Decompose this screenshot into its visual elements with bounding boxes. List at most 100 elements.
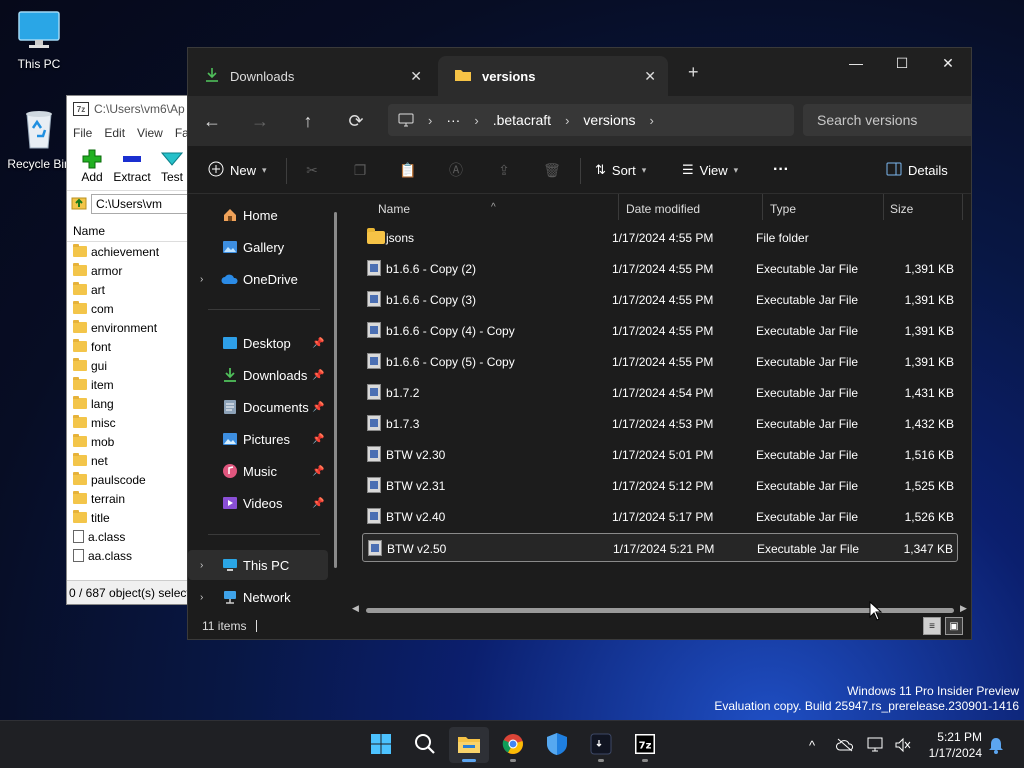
add-button[interactable]: Add bbox=[75, 148, 109, 184]
nav-downloads[interactable]: Downloads 📌 bbox=[188, 360, 328, 390]
pin-icon[interactable]: 📌 bbox=[312, 434, 324, 445]
column-size[interactable]: Size bbox=[890, 202, 913, 216]
onedrive-offline-icon[interactable] bbox=[835, 735, 855, 755]
column-name[interactable]: Name bbox=[378, 202, 410, 216]
file-row[interactable]: BTW v2.40 1/17/2024 5:17 PM Executable Jar… bbox=[362, 502, 958, 531]
file-row[interactable]: BTW v2.50 1/17/2024 5:21 PM Executable Jar… bbox=[362, 533, 958, 562]
speaker-muted-icon[interactable] bbox=[893, 735, 913, 755]
nav-scrollbar[interactable] bbox=[334, 212, 337, 568]
tab-downloads[interactable]: Downloads ✕ bbox=[188, 56, 434, 96]
minimize-button[interactable]: — bbox=[833, 48, 879, 78]
notification-bell-icon[interactable] bbox=[986, 735, 1006, 755]
back-arrow-icon[interactable]: ← bbox=[188, 104, 236, 138]
list-item[interactable]: paulscode bbox=[67, 470, 195, 489]
more-path-icon[interactable]: ··· bbox=[436, 112, 470, 128]
new-button[interactable]: New ▾ bbox=[208, 146, 267, 194]
list-item[interactable]: misc bbox=[67, 413, 195, 432]
refresh-icon[interactable]: ⟳ bbox=[332, 104, 380, 138]
list-item[interactable]: terrain bbox=[67, 489, 195, 508]
taskbar-file-explorer[interactable] bbox=[449, 727, 489, 763]
chevron-up-icon[interactable]: ^ bbox=[802, 735, 822, 755]
up-folder-icon[interactable] bbox=[71, 194, 87, 213]
details-pane-button[interactable]: Details bbox=[886, 146, 948, 194]
search-input[interactable]: Search versions bbox=[803, 104, 971, 136]
taskbar-search-button[interactable] bbox=[405, 727, 445, 763]
cut-icon[interactable]: ✂ bbox=[302, 160, 322, 180]
close-tab-icon[interactable]: ✕ bbox=[410, 68, 422, 85]
breadcrumb-betacraft[interactable]: .betacraft bbox=[483, 112, 561, 128]
address-bar[interactable]: › ··· › .betacraft › versions › bbox=[388, 104, 794, 136]
file-row[interactable]: jsons 1/17/2024 4:55 PM File folder bbox=[362, 223, 958, 252]
view-button[interactable]: ☰ View ▾ bbox=[682, 146, 738, 194]
chevron-right-icon[interactable]: › bbox=[561, 113, 573, 128]
menu-view[interactable]: View bbox=[137, 126, 163, 140]
list-item[interactable]: aa.class bbox=[67, 546, 195, 565]
breadcrumb-versions[interactable]: versions bbox=[573, 112, 645, 128]
7zip-window[interactable]: 7z C:\Users\vm6\Ap File Edit View Fa Add… bbox=[66, 95, 196, 605]
column-type[interactable]: Type bbox=[770, 202, 796, 216]
list-item[interactable]: item bbox=[67, 375, 195, 394]
nav-documents[interactable]: Documents 📌 bbox=[188, 392, 328, 422]
chevron-right-icon[interactable]: › bbox=[200, 592, 203, 603]
nav-gallery[interactable]: Gallery bbox=[188, 232, 328, 262]
pin-icon[interactable]: 📌 bbox=[312, 402, 324, 413]
column-divider[interactable] bbox=[962, 194, 963, 220]
pin-icon[interactable]: 📌 bbox=[312, 370, 324, 381]
nav-this-pc[interactable]: › This PC bbox=[188, 550, 328, 580]
file-row[interactable]: b1.6.6 - Copy (3) 1/17/2024 4:55 PM Execut… bbox=[362, 285, 958, 314]
file-row[interactable]: b1.6.6 - Copy (5) - Copy 1/17/2024 4:55 P… bbox=[362, 347, 958, 376]
start-button[interactable] bbox=[361, 727, 401, 763]
pin-icon[interactable]: 📌 bbox=[312, 338, 324, 349]
new-tab-icon[interactable]: + bbox=[688, 62, 699, 83]
list-item[interactable]: mob bbox=[67, 432, 195, 451]
file-row[interactable]: b1.6.6 - Copy (2) 1/17/2024 4:55 PM Execut… bbox=[362, 254, 958, 283]
monitor-icon[interactable] bbox=[388, 113, 424, 127]
menu-file[interactable]: File bbox=[73, 126, 92, 140]
test-button[interactable]: Test bbox=[155, 148, 189, 184]
column-divider[interactable] bbox=[762, 194, 763, 220]
more-options-button[interactable]: ··· bbox=[773, 146, 789, 194]
file-row[interactable]: b1.7.3 1/17/2024 4:53 PM Executable Jar Fi… bbox=[362, 409, 958, 438]
close-tab-icon[interactable]: ✕ bbox=[644, 68, 656, 85]
column-divider[interactable] bbox=[618, 194, 619, 220]
tiles-view-icon[interactable]: ▣ bbox=[945, 617, 963, 635]
extract-button[interactable]: Extract bbox=[113, 148, 151, 184]
nav-home[interactable]: Home bbox=[188, 200, 328, 230]
7zip-column-name[interactable]: Name bbox=[67, 220, 195, 242]
list-item[interactable]: environment bbox=[67, 318, 195, 337]
list-item[interactable]: armor bbox=[67, 261, 195, 280]
7zip-path-input[interactable]: C:\Users\vm bbox=[91, 193, 195, 214]
chevron-right-icon[interactable]: › bbox=[646, 113, 658, 128]
nav-pictures[interactable]: Pictures 📌 bbox=[188, 424, 328, 454]
desktop-icon-this-pc[interactable]: This PC bbox=[0, 10, 78, 71]
file-row[interactable]: BTW v2.30 1/17/2024 5:01 PM Executable Jar… bbox=[362, 440, 958, 469]
column-date-modified[interactable]: Date modified bbox=[626, 202, 700, 216]
taskbar-chrome[interactable] bbox=[493, 727, 533, 763]
list-item[interactable]: lang bbox=[67, 394, 195, 413]
file-row[interactable]: BTW v2.31 1/17/2024 5:12 PM Executable Jar… bbox=[362, 471, 958, 500]
close-button[interactable]: ✕ bbox=[925, 48, 971, 78]
share-icon[interactable]: ⇪ bbox=[494, 160, 514, 180]
taskbar-terminal[interactable] bbox=[581, 727, 621, 763]
list-item[interactable]: gui bbox=[67, 356, 195, 375]
forward-arrow-icon[interactable]: → bbox=[236, 104, 284, 138]
copy-icon[interactable]: ❐ bbox=[350, 160, 370, 180]
delete-icon[interactable]: 🗑 bbox=[542, 160, 562, 180]
list-item[interactable]: net bbox=[67, 451, 195, 470]
paste-icon[interactable]: 📋 bbox=[398, 160, 418, 180]
nav-videos[interactable]: Videos 📌 bbox=[188, 488, 328, 518]
nav-network[interactable]: › Network bbox=[188, 582, 328, 612]
taskbar-defender[interactable] bbox=[537, 727, 577, 763]
list-item[interactable]: art bbox=[67, 280, 195, 299]
file-row[interactable]: b1.6.6 - Copy (4) - Copy 1/17/2024 4:55 P… bbox=[362, 316, 958, 345]
nav-music[interactable]: Music 📌 bbox=[188, 456, 328, 486]
sort-button[interactable]: ⇅ Sort ▾ bbox=[595, 146, 646, 194]
chevron-right-icon[interactable]: › bbox=[200, 560, 203, 571]
file-row[interactable]: b1.7.2 1/17/2024 4:54 PM Executable Jar Fi… bbox=[362, 378, 958, 407]
list-item[interactable]: a.class bbox=[67, 527, 195, 546]
list-item[interactable]: font bbox=[67, 337, 195, 356]
network-monitor-icon[interactable] bbox=[866, 735, 886, 755]
maximize-button[interactable]: ☐ bbox=[879, 48, 925, 78]
menu-edit[interactable]: Edit bbox=[104, 126, 125, 140]
details-view-icon[interactable]: ≡ bbox=[923, 617, 941, 635]
